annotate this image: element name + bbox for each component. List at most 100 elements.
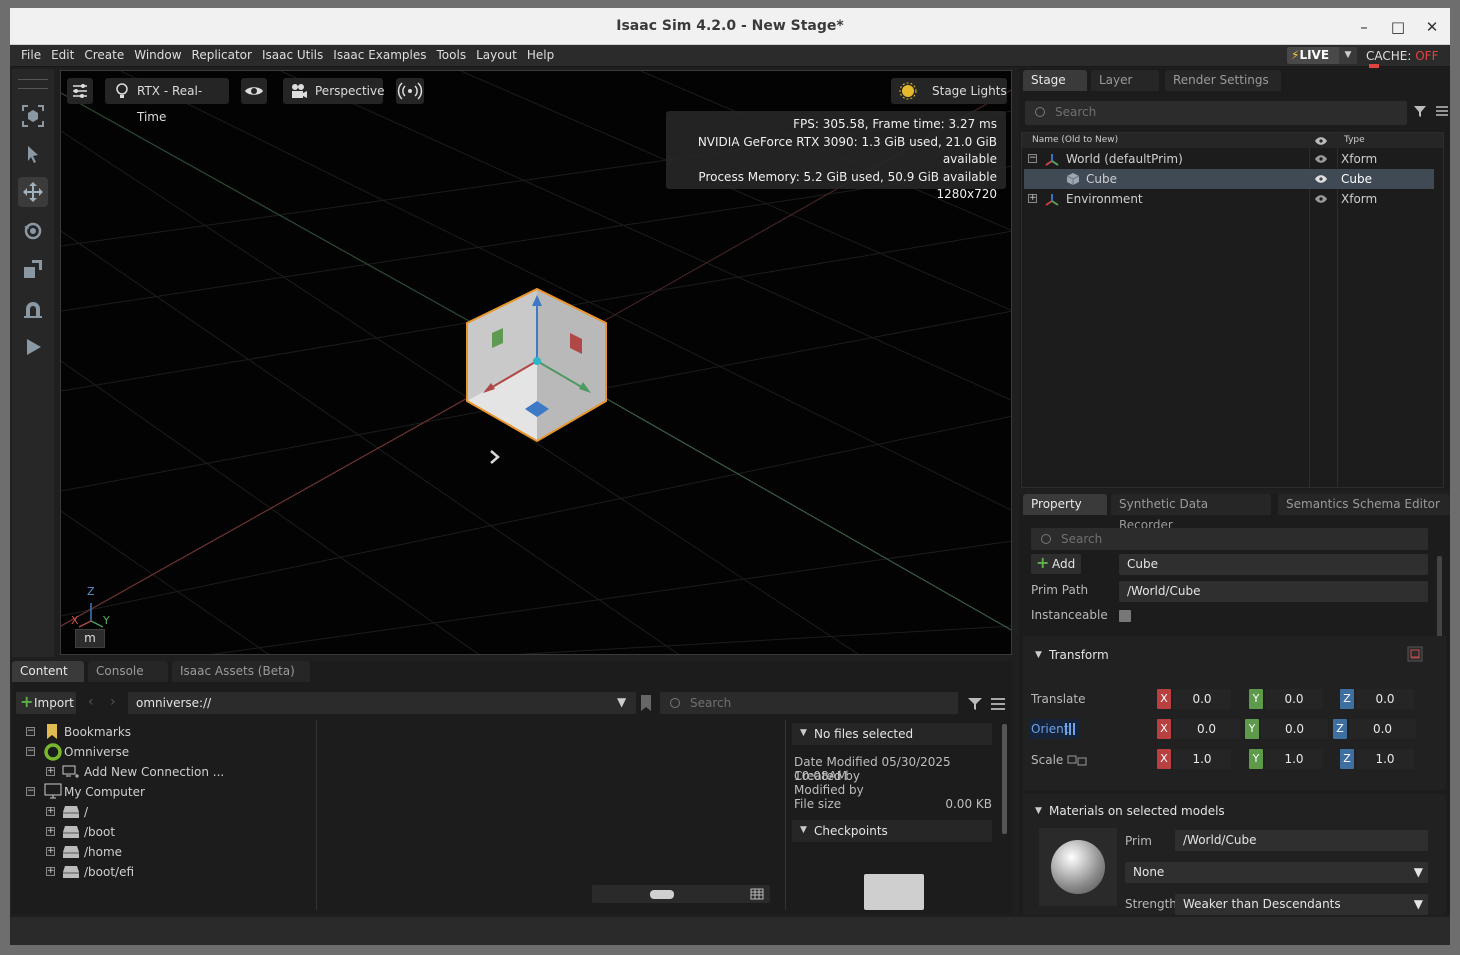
orient-y-field[interactable]: 0.0 [1261,719,1328,739]
expand-icon[interactable]: + [46,767,55,776]
details-header[interactable]: ▼ No files selected [792,723,992,745]
play-icon[interactable] [18,332,48,362]
content-search-input[interactable]: Search [660,692,958,714]
strength-select[interactable]: Weaker than Descendants ▼ [1175,894,1428,915]
tree-home[interactable]: + /home [42,842,312,862]
back-arrow-icon[interactable]: ‹ [88,694,94,710]
maximize-button[interactable]: □ [1386,16,1410,38]
add-button[interactable]: + Add [1031,553,1081,574]
file-grid[interactable] [318,720,786,910]
orient-z-field[interactable]: 0.0 [1349,719,1416,739]
stage-row-world[interactable]: − World (defaultPrim) Xform [1024,149,1434,169]
collapse-icon[interactable]: − [1028,154,1037,163]
stage-row-cube[interactable]: Cube Cube [1024,169,1434,189]
eye-icon[interactable] [1314,154,1328,164]
tree-boot[interactable]: + /boot [42,822,312,842]
menu-create[interactable]: Create [79,45,129,65]
transform-header[interactable]: ▼ Transform [1027,643,1442,667]
snap-magnet-icon[interactable] [18,294,48,324]
path-dropdown-icon[interactable]: ▼ [617,695,626,709]
select-mode-icon[interactable] [18,101,48,131]
expand-icon[interactable]: + [46,807,55,816]
menu-isaac-utils[interactable]: Isaac Utils [257,45,328,65]
move-tool-icon[interactable] [18,177,48,207]
menu-window[interactable]: Window [129,45,186,65]
menu-isaac-examples[interactable]: Isaac Examples [328,45,431,65]
minimize-button[interactable]: – [1352,16,1376,38]
visibility-column-eye-icon[interactable] [1314,136,1328,146]
expand-icon[interactable]: + [46,827,55,836]
tab-console[interactable]: Console [88,661,168,682]
tree-root[interactable]: + / [42,802,312,822]
scale-y-field[interactable]: 1.0 [1265,749,1323,769]
scale-x-field[interactable]: 1.0 [1173,749,1231,769]
checkpoints-header[interactable]: ▼ Checkpoints [792,820,992,842]
menu-layout[interactable]: Layout [471,45,522,65]
visibility-button[interactable] [241,78,267,104]
menu-icon[interactable] [1435,104,1449,118]
material-prim-field[interactable]: /World/Cube [1175,830,1428,851]
orient-x-field[interactable]: 0.0 [1173,719,1240,739]
filter-icon[interactable] [967,696,983,712]
expand-icon[interactable]: + [1028,194,1037,203]
menu-tools[interactable]: Tools [432,45,472,65]
scale-tool-icon[interactable] [18,254,48,284]
path-field[interactable]: omniverse:// [128,692,636,714]
slider-handle[interactable] [650,890,674,899]
tab-semantics-schema-editor[interactable]: Semantics Schema Editor [1278,494,1450,515]
material-select[interactable]: None ▼ [1125,862,1428,883]
materials-header[interactable]: ▼ Materials on selected models [1027,799,1442,823]
details-scrollbar[interactable] [1002,724,1007,834]
prim-path-field[interactable]: /World/Cube [1119,581,1428,602]
collapse-icon[interactable]: − [26,747,35,756]
scale-link-icon[interactable] [1067,753,1087,767]
grid-view-icon[interactable] [750,888,764,900]
thumbnail-size-slider[interactable] [592,885,770,903]
tree-omniverse[interactable]: − Omniverse [22,742,312,762]
bookmark-icon[interactable] [639,694,653,712]
transform-options-icon[interactable] [1407,646,1423,662]
rotate-tool-icon[interactable] [18,216,48,246]
expand-icon[interactable]: + [46,847,55,856]
translate-x-field[interactable]: 0.0 [1173,689,1231,709]
collapse-icon[interactable]: − [26,787,35,796]
broadcast-button[interactable] [396,78,424,104]
live-button[interactable]: ⚡LIVE ▼ [1287,47,1357,64]
tab-render-settings[interactable]: Render Settings [1165,70,1281,91]
tab-content[interactable]: Content [12,661,84,682]
tab-layer[interactable]: Layer [1091,70,1159,91]
tree-boot-efi[interactable]: + /boot/efi [42,862,312,882]
stage-row-environment[interactable]: + Environment Xform [1024,189,1434,209]
options-menu-icon[interactable] [990,696,1006,712]
tree-my-computer[interactable]: − My Computer [22,782,312,802]
close-button[interactable]: ✕ [1420,16,1444,38]
property-search-input[interactable]: Search [1031,528,1428,550]
select-arrow-icon[interactable] [18,139,48,169]
camera-button[interactable]: Perspective [283,78,385,104]
collapse-icon[interactable]: − [26,727,35,736]
menu-edit[interactable]: Edit [46,45,79,65]
filter-icon[interactable] [1413,104,1427,118]
translate-z-field[interactable]: 0.0 [1356,689,1414,709]
expand-icon[interactable]: + [46,867,55,876]
settings-sliders-button[interactable] [67,78,93,104]
tree-bookmarks[interactable]: − Bookmarks [22,722,312,742]
renderer-button[interactable]: RTX - Real-Time [105,78,229,124]
eye-icon[interactable] [1314,194,1328,204]
menu-file[interactable]: File [16,45,46,65]
menu-help[interactable]: Help [522,45,559,65]
prim-name-field[interactable]: Cube [1119,554,1428,575]
tab-property[interactable]: Property [1023,494,1107,515]
m-button[interactable]: m [75,629,105,648]
menu-replicator[interactable]: Replicator [187,45,257,65]
tab-stage[interactable]: Stage [1023,70,1087,91]
tab-synthetic-data-recorder[interactable]: Synthetic Data Recorder [1111,494,1271,532]
stage-lights-button[interactable]: Stage Lights [891,78,1007,104]
orient-mode-button[interactable]: Orient [1029,719,1079,739]
tab-isaac-assets[interactable]: Isaac Assets (Beta) [172,661,310,682]
tree-add-connection[interactable]: + Add New Connection ... [42,762,312,782]
scale-z-field[interactable]: 1.0 [1356,749,1414,769]
instanceable-checkbox[interactable] [1119,610,1131,622]
stage-search-input[interactable]: Search [1025,101,1407,125]
live-dropdown[interactable]: ▼ [1339,47,1357,64]
